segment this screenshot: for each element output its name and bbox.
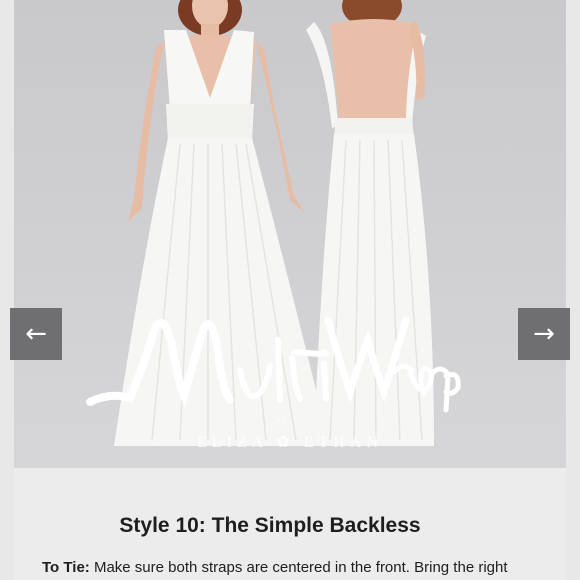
brand-maker-text: ELIZA ✿ ETHAN (197, 434, 383, 451)
tie-instructions: To Tie: Make sure both straps are center… (42, 558, 542, 578)
brand-logo (80, 300, 480, 420)
brand-script-mark (86, 316, 461, 413)
instructions-label: To Tie: (42, 559, 90, 576)
arrow-left-icon: ← (25, 319, 47, 349)
arrow-right-icon: → (533, 319, 555, 349)
instructions-text: Make sure both straps are centered in th… (89, 559, 508, 576)
style-title: Style 10: The Simple Backless (119, 514, 421, 537)
brand-by-text: by (276, 414, 287, 424)
previous-image-button[interactable]: ← (10, 308, 62, 360)
next-image-button[interactable]: → (518, 308, 570, 360)
